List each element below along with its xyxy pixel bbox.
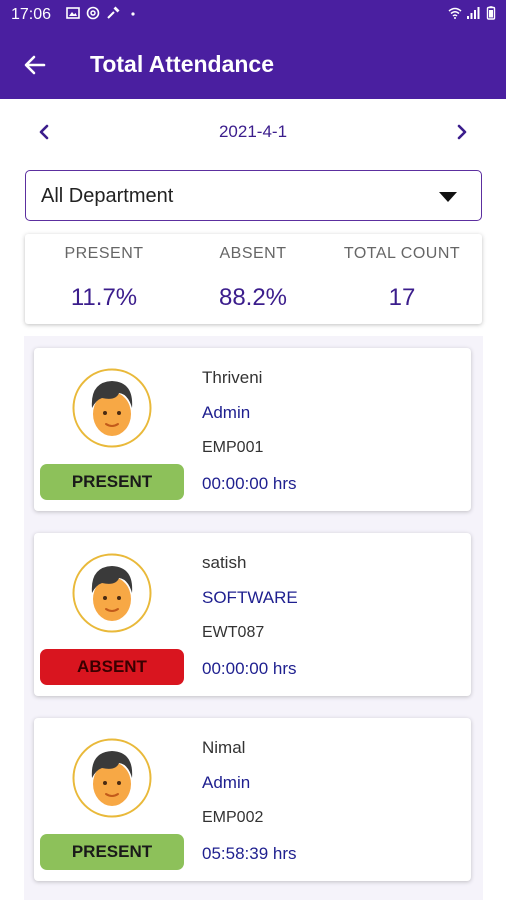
employee-id: EWT087 (202, 624, 265, 641)
summary-present: PRESENT 11.7% (28, 234, 180, 324)
signal-icon (467, 7, 480, 19)
employee-list[interactable]: PRESENT Thriveni Admin EMP001 00:00:00 h… (24, 336, 483, 900)
status-badge-present[interactable]: PRESENT (40, 834, 184, 870)
avatar-icon (72, 738, 152, 818)
attendance-summary-card: PRESENT 11.7% ABSENT 88.2% TOTAL COUNT 1… (25, 234, 482, 324)
employee-department: Admin (202, 773, 251, 792)
status-time: 17:06 (11, 6, 52, 23)
arrow-left-icon[interactable] (22, 52, 48, 78)
employee-department: SOFTWARE (202, 588, 298, 607)
status-badge-absent[interactable]: ABSENT (40, 649, 184, 685)
status-icons-right (448, 6, 498, 20)
employee-hours: 00:00:00 hrs (202, 474, 297, 493)
chevron-right-icon[interactable] (452, 121, 472, 143)
battery-icon (486, 6, 496, 20)
employee-name: Nimal (202, 738, 246, 757)
employee-card[interactable]: ABSENT satish SOFTWARE EWT087 00:00:00 h… (34, 533, 471, 696)
wifi-icon (448, 7, 462, 19)
present-value: 11.7% (70, 284, 138, 311)
summary-total: TOTAL COUNT 17 (326, 234, 478, 324)
present-label: PRESENT (64, 245, 144, 262)
employee-name: Thriveni (202, 368, 263, 387)
employee-id: EMP001 (202, 439, 264, 456)
employee-id: EMP002 (202, 809, 264, 826)
selected-date: 2021-4-1 (218, 122, 288, 141)
avatar-icon (72, 368, 152, 448)
department-selected-value: All Department (41, 185, 174, 207)
employee-card[interactable]: PRESENT Thriveni Admin EMP001 00:00:00 h… (34, 348, 471, 511)
page-title: Total Attendance (90, 51, 275, 77)
status-badge-present[interactable]: PRESENT (40, 464, 184, 500)
summary-absent: ABSENT 88.2% (177, 234, 329, 324)
employee-hours: 00:00:00 hrs (202, 659, 297, 678)
image-icon (66, 7, 80, 19)
absent-value: 88.2% (218, 284, 288, 311)
app-bar: 17:06 Total Attendance (0, 0, 506, 99)
status-bar: 17:06 (0, 0, 506, 30)
employee-department: Admin (202, 403, 251, 422)
tool-icon (107, 6, 120, 19)
date-navigator: 2021-4-1 (0, 115, 506, 149)
status-icons-left (66, 6, 140, 20)
avatar-icon (72, 553, 152, 633)
employee-name: satish (202, 553, 247, 572)
dot-icon (131, 12, 135, 16)
at-sign-icon (86, 6, 100, 20)
dropdown-triangle-icon (439, 192, 457, 202)
total-count-label: TOTAL COUNT (343, 245, 461, 262)
department-dropdown[interactable]: All Department (25, 170, 482, 221)
employee-card[interactable]: PRESENT Nimal Admin EMP002 05:58:39 hrs (34, 718, 471, 881)
total-count-value: 17 (388, 284, 416, 311)
employee-hours: 05:58:39 hrs (202, 844, 297, 863)
absent-label: ABSENT (219, 245, 287, 262)
